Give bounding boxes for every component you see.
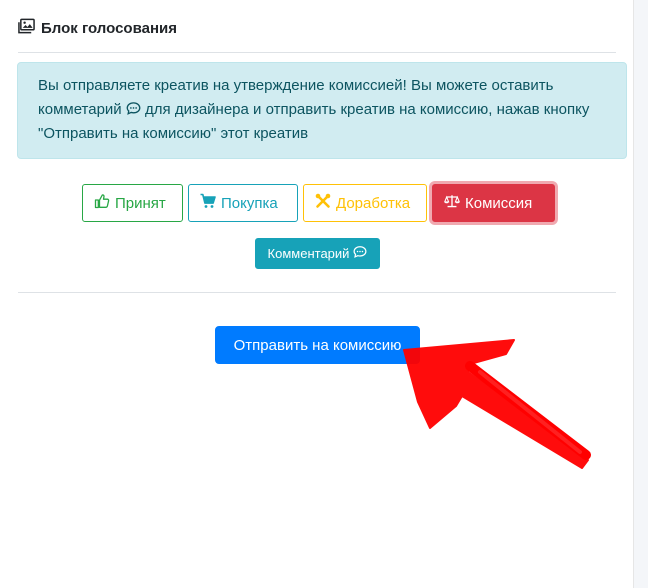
buy-button-label: Покупка bbox=[221, 194, 278, 212]
tools-icon bbox=[315, 193, 331, 213]
card-title: Блок голосования bbox=[41, 19, 177, 37]
commission-button-label: Комиссия bbox=[465, 194, 533, 212]
divider bbox=[18, 292, 616, 293]
comment-button-label: Комментарий bbox=[267, 246, 350, 261]
balance-scale-icon bbox=[443, 193, 461, 213]
comment-dots-icon bbox=[353, 245, 367, 262]
comment-dots-icon bbox=[126, 100, 141, 115]
rework-button-label: Доработка bbox=[336, 194, 411, 212]
images-icon bbox=[18, 18, 35, 38]
accept-button-label: Принят bbox=[115, 194, 166, 212]
voting-card: Блок голосования Вы отправляете креатив … bbox=[0, 0, 634, 588]
buy-button[interactable]: Покупка bbox=[188, 184, 298, 222]
thumbs-up-icon bbox=[94, 193, 110, 213]
accept-button[interactable]: Принят bbox=[82, 184, 183, 222]
divider bbox=[18, 52, 616, 53]
vote-buttons: Принят Покупка Доработка Комиссия bbox=[82, 184, 555, 222]
rework-button[interactable]: Доработка bbox=[303, 184, 427, 222]
send-to-commission-button[interactable]: Отправить на комиссию bbox=[215, 326, 420, 364]
commission-button[interactable]: Комиссия bbox=[432, 184, 555, 222]
cart-icon bbox=[200, 193, 216, 213]
info-alert: Вы отправляете креатив на утверждение ко… bbox=[17, 62, 627, 159]
comment-button[interactable]: Комментарий bbox=[255, 238, 380, 269]
card-header: Блок голосования bbox=[18, 18, 177, 38]
